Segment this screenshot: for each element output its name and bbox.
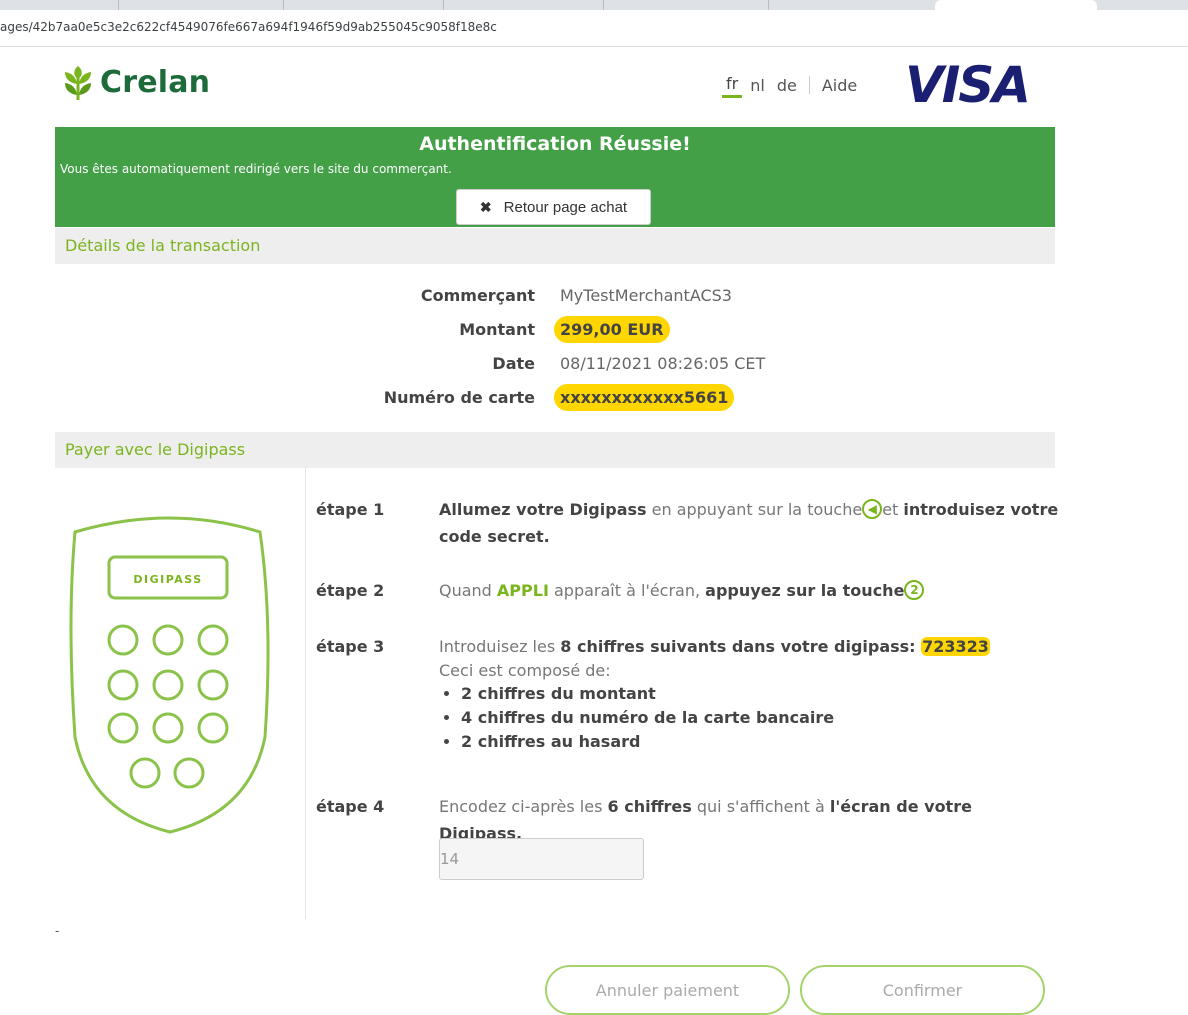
divider bbox=[305, 467, 306, 919]
arrow-left-key-icon: ◀ bbox=[862, 498, 883, 519]
visa-logo: VISA bbox=[905, 56, 1031, 114]
list-item: 2 chiffres du montant bbox=[461, 682, 1059, 706]
digipass-section-header: Payer avec le Digipass bbox=[55, 432, 1055, 468]
tab-separator bbox=[603, 0, 604, 10]
crelan-logo: Crelan bbox=[62, 60, 210, 104]
tab-separator bbox=[118, 0, 119, 10]
list-item: 2 chiffres au hasard bbox=[461, 730, 1059, 754]
wheat-leaf-icon bbox=[65, 66, 91, 100]
transaction-row: Commerçant MyTestMerchantACS3 bbox=[55, 282, 1055, 310]
browser-tab-strip bbox=[0, 0, 1188, 10]
card-number-label: Numéro de carte bbox=[383, 388, 535, 407]
step-2-text: Quand APPLI apparaît à l'écran, appuyez … bbox=[439, 577, 1059, 604]
amount-value: 299,00 EUR bbox=[554, 316, 670, 343]
digipass-screen-label: DIGIPASS bbox=[133, 573, 202, 586]
step-1-text: Allumez votre Digipass en appuyant sur l… bbox=[439, 498, 1059, 546]
step-3-label: étape 3 bbox=[316, 637, 385, 656]
merchant-value: MyTestMerchantACS3 bbox=[560, 286, 732, 305]
step-1-label: étape 1 bbox=[316, 500, 385, 519]
success-banner: Authentification Réussie! Vous êtes auto… bbox=[55, 127, 1055, 227]
lang-de[interactable]: de bbox=[773, 74, 801, 97]
card-number-value: xxxxxxxxxxxx5661 bbox=[554, 384, 735, 411]
lang-nl[interactable]: nl bbox=[746, 74, 769, 97]
step-4-label: étape 4 bbox=[316, 797, 385, 816]
help-link[interactable]: Aide bbox=[818, 74, 861, 97]
transaction-row: Montant 299,00 EUR bbox=[55, 316, 1055, 344]
return-purchase-button[interactable]: ✖ Retour page achat bbox=[456, 189, 651, 225]
banner-title: Authentification Réussie! bbox=[419, 133, 691, 155]
amount-label: Montant bbox=[459, 320, 535, 339]
address-url[interactable]: ages/42b7aa0e5c3e2c622cf4549076fe667a694… bbox=[0, 20, 497, 34]
language-selector: fr nl de Aide bbox=[722, 72, 865, 98]
active-browser-tab[interactable] bbox=[935, 0, 1097, 10]
cancel-payment-button[interactable]: Annuler paiement bbox=[545, 965, 790, 1015]
digipass-code-input[interactable] bbox=[439, 838, 644, 880]
tab-separator bbox=[283, 0, 284, 10]
date-label: Date bbox=[492, 354, 535, 373]
step-3-text: Introduisez les 8 chiffres suivants dans… bbox=[439, 633, 1059, 754]
step-3-bullets: 2 chiffres du montant 4 chiffres du numé… bbox=[439, 682, 1059, 754]
date-value: 08/11/2021 08:26:05 CET bbox=[560, 354, 766, 373]
close-icon: ✖ bbox=[479, 198, 492, 215]
confirm-button[interactable]: Confirmer bbox=[800, 965, 1045, 1015]
brand-name: Crelan bbox=[100, 64, 211, 100]
banner-subtitle: Vous êtes automatiquement redirigé vers … bbox=[60, 162, 452, 176]
transaction-section-header: Détails de la transaction bbox=[55, 228, 1055, 264]
tab-separator bbox=[768, 0, 769, 10]
step-2-label: étape 2 bbox=[316, 581, 385, 600]
list-item: 4 chiffres du numéro de la carte bancair… bbox=[461, 706, 1059, 730]
challenge-code: 723323 bbox=[921, 637, 990, 656]
divider bbox=[808, 76, 810, 94]
tab-separator bbox=[443, 0, 444, 10]
footer-dash: - bbox=[55, 924, 60, 938]
address-bar[interactable]: ages/42b7aa0e5c3e2c622cf4549076fe667a694… bbox=[0, 10, 1188, 47]
digipass-device-illustration: DIGIPASS bbox=[69, 516, 270, 834]
transaction-row: Numéro de carte xxxxxxxxxxxx5661 bbox=[55, 384, 1055, 412]
transaction-row: Date 08/11/2021 08:26:05 CET bbox=[55, 350, 1055, 378]
key-2-icon: 2 bbox=[904, 579, 925, 600]
merchant-label: Commerçant bbox=[420, 286, 535, 305]
lang-fr[interactable]: fr bbox=[722, 72, 743, 98]
return-button-label: Retour page achat bbox=[503, 198, 628, 216]
